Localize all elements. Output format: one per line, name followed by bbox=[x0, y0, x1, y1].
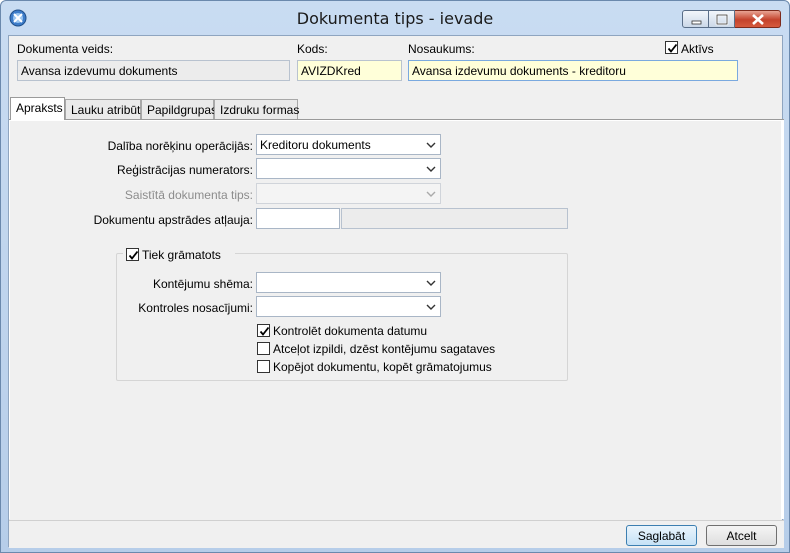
settlement-label: Dalība norēķinu operācijās: bbox=[107, 139, 253, 153]
title-bar[interactable]: Dokumenta tips - ievade bbox=[1, 1, 789, 35]
numerator-label: Reģistrācijas numerators: bbox=[116, 163, 253, 177]
cancel-button[interactable]: Atcelt bbox=[706, 525, 777, 546]
maximize-button[interactable] bbox=[709, 10, 735, 28]
tab-izdruku-formas[interactable]: Izdruku formas bbox=[214, 99, 299, 119]
code-label: Kods: bbox=[297, 42, 328, 56]
permission-label: Dokumentu apstrādes atļauja: bbox=[93, 213, 253, 227]
doc-type-field: Avansa izdevumu dokuments bbox=[17, 60, 290, 81]
minimize-button[interactable] bbox=[682, 10, 709, 28]
minimize-icon bbox=[691, 20, 702, 25]
tab-panel: Dalība norēķinu operācijās: Kreditoru do… bbox=[9, 119, 784, 519]
settlement-select[interactable]: Kreditoru dokuments bbox=[256, 134, 441, 155]
scheme-label: Kontējumu shēma: bbox=[152, 277, 253, 291]
tab-strip: Apraksts Lauku atribūti Papildgrupas Izd… bbox=[9, 97, 784, 120]
dialog-window: Dokumenta tips - ievade Dokumenta veids:… bbox=[0, 0, 790, 553]
conditions-label: Kontroles nosacījumi: bbox=[138, 301, 253, 315]
chevron-down-icon bbox=[426, 280, 436, 286]
checkmark-icon bbox=[259, 326, 270, 336]
copy-postings-label: Kopējot dokumentu, kopēt grāmatojumus bbox=[273, 360, 492, 374]
check-document-date-label: Kontrolēt dokumenta datumu bbox=[273, 324, 428, 338]
close-button[interactable] bbox=[735, 10, 781, 28]
posting-checkbox[interactable] bbox=[126, 248, 139, 261]
linked-type-label: Saistītā dokumenta tips: bbox=[124, 188, 253, 202]
delete-posting-drafts-checkbox[interactable] bbox=[257, 342, 270, 355]
groupbox-caption: Tiek grāmatots bbox=[123, 247, 235, 263]
doc-type-label: Dokumenta veids: bbox=[17, 42, 114, 56]
window-title: Dokumenta tips - ievade bbox=[296, 9, 494, 28]
maximize-icon bbox=[715, 13, 729, 26]
tab-papildgrupas[interactable]: Papildgrupas bbox=[141, 99, 217, 119]
conditions-select[interactable] bbox=[256, 296, 441, 317]
tab-lauku-atributi[interactable]: Lauku atribūti bbox=[65, 99, 143, 119]
settlement-value: Kreditoru dokuments bbox=[260, 138, 371, 152]
chevron-down-icon bbox=[426, 166, 436, 172]
checkmark-icon bbox=[667, 43, 678, 53]
active-label: Aktīvs bbox=[681, 42, 714, 56]
active-checkbox[interactable] bbox=[665, 41, 678, 54]
close-icon bbox=[752, 14, 764, 25]
tab-apraksts[interactable]: Apraksts bbox=[10, 97, 65, 120]
numerator-select[interactable] bbox=[256, 158, 441, 179]
dialog-client: Dokumenta veids: Avansa izdevumu dokumen… bbox=[8, 35, 784, 548]
posting-label: Tiek grāmatots bbox=[142, 248, 221, 262]
scheme-select[interactable] bbox=[256, 272, 441, 293]
permission-code-field[interactable] bbox=[256, 208, 340, 229]
chevron-down-icon bbox=[426, 191, 436, 197]
linked-type-select bbox=[256, 183, 441, 204]
checkmark-icon bbox=[128, 250, 139, 260]
tab-panel-content: Dalība norēķinu operācijās: Kreditoru do… bbox=[10, 121, 781, 519]
copy-postings-checkbox[interactable] bbox=[257, 360, 270, 373]
permission-name-field bbox=[341, 208, 568, 229]
name-field[interactable]: Avansa izdevumu dokuments - kreditoru bbox=[408, 60, 738, 81]
check-document-date-checkbox[interactable] bbox=[257, 324, 270, 337]
chevron-down-icon bbox=[426, 304, 436, 310]
save-button[interactable]: Saglabāt bbox=[626, 525, 697, 546]
footer-bar: Saglabāt Atcelt bbox=[9, 520, 784, 548]
delete-posting-drafts-label: Atceļot izpildi, dzēst kontējumu sagatav… bbox=[273, 342, 496, 356]
code-field[interactable]: AVIZDKred bbox=[297, 60, 402, 81]
name-label: Nosaukums: bbox=[408, 42, 475, 56]
chevron-down-icon bbox=[426, 142, 436, 148]
